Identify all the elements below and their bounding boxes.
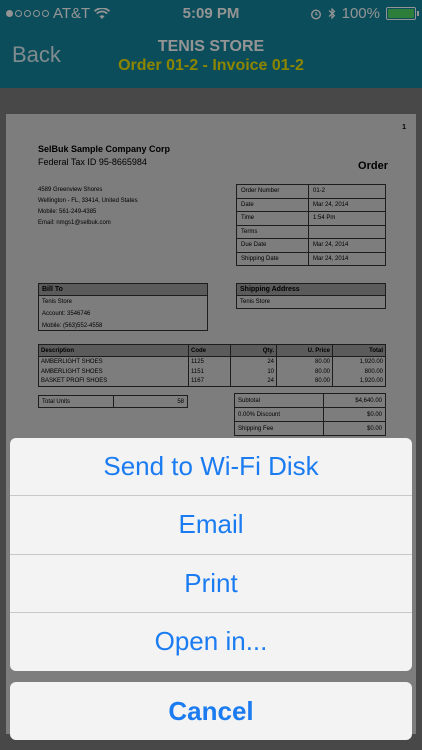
cancel-button[interactable]: Cancel (10, 682, 412, 740)
print-button[interactable]: Print (10, 555, 412, 613)
email-button[interactable]: Email (10, 496, 412, 555)
send-to-wifi-disk-button[interactable]: Send to Wi-Fi Disk (10, 438, 412, 497)
action-sheet: Send to Wi-Fi Disk Email Print Open in..… (10, 438, 412, 671)
open-in-button[interactable]: Open in... (10, 613, 412, 671)
